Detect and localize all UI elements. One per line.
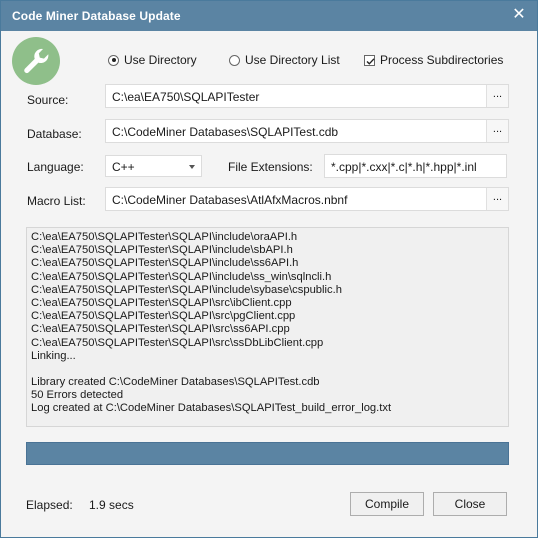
output-log[interactable]: C:\ea\EA750\SQLAPITester\SQLAPI\include\… [26,227,509,427]
log-line: C:\ea\EA750\SQLAPITester\SQLAPI\src\ss6A… [31,323,290,336]
use-directory-radio[interactable]: Use Directory [108,53,197,67]
source-value: C:\ea\EA750\SQLAPITester [112,90,260,104]
log-line: C:\ea\EA750\SQLAPITester\SQLAPI\include\… [31,231,298,243]
use-directory-list-label: Use Directory List [245,53,340,67]
language-dropdown[interactable]: C++ [105,155,202,177]
title-bar[interactable]: Code Miner Database Update ✕ [1,1,537,31]
log-line: C:\ea\EA750\SQLAPITester\SQLAPI\include\… [31,257,299,270]
file-extensions-field[interactable]: *.cpp|*.cxx|*.c|*.h|*.hpp|*.inl [324,154,507,178]
language-value: C++ [112,160,135,174]
log-line: C:\ea\EA750\SQLAPITester\SQLAPI\src\pgCl… [31,310,296,323]
wrench-icon [12,37,60,85]
file-extensions-label: File Extensions: [228,160,313,174]
compile-button[interactable]: Compile [350,492,424,516]
elapsed-label: Elapsed: [26,498,73,512]
log-line: C:\ea\EA750\SQLAPITester\SQLAPI\src\ibCl… [31,296,292,309]
file-extensions-value: *.cpp|*.cxx|*.c|*.h|*.hpp|*.inl [331,160,477,174]
macro-list-value: C:\CodeMiner Databases\AtlAfxMacros.nbnf [112,193,348,207]
log-line: C:\ea\EA750\SQLAPITester\SQLAPI\include\… [31,244,293,257]
source-field[interactable]: C:\ea\EA750\SQLAPITester ... [105,84,509,108]
database-field[interactable]: C:\CodeMiner Databases\SQLAPITest.cdb ..… [105,119,509,143]
log-line: C:\ea\EA750\SQLAPITester\SQLAPI\include\… [31,270,332,283]
elapsed-value: 1.9 secs [89,498,134,512]
radio-selected-icon [108,54,119,66]
macro-list-label: Macro List: [27,194,86,208]
code-miner-dialog: Code Miner Database Update ✕ Use Directo… [0,0,538,538]
database-value: C:\CodeMiner Databases\SQLAPITest.cdb [112,125,339,139]
database-label: Database: [27,127,82,141]
chevron-down-icon [189,165,195,169]
language-label: Language: [27,160,84,174]
macro-list-field[interactable]: C:\CodeMiner Databases\AtlAfxMacros.nbnf… [105,187,509,211]
use-directory-label: Use Directory [124,53,197,67]
radio-unselected-icon [229,54,240,66]
log-line: C:\ea\EA750\SQLAPITester\SQLAPI\include\… [31,283,342,296]
database-browse-button[interactable]: ... [486,120,508,142]
log-line: C:\ea\EA750\SQLAPITester\SQLAPI\src\ssDb… [31,336,324,349]
process-subdirectories-checkbox[interactable]: Process Subdirectories [364,53,503,67]
source-browse-button[interactable]: ... [486,85,508,107]
window-title: Code Miner Database Update [12,9,181,23]
close-icon[interactable]: ✕ [507,4,531,26]
checkmark-icon [364,54,375,66]
source-label: Source: [27,93,69,107]
use-directory-list-radio[interactable]: Use Directory List [229,53,340,67]
log-line: Log created at C:\CodeMiner Databases\SQ… [31,402,392,415]
close-button[interactable]: Close [433,492,507,516]
log-line: Linking... [31,349,76,362]
macro-list-browse-button[interactable]: ... [486,188,508,210]
log-line: Library created C:\CodeMiner Databases\S… [31,376,320,389]
progress-bar [26,442,509,465]
process-subdirectories-label: Process Subdirectories [380,53,504,67]
log-line: 50 Errors detected [31,389,124,402]
